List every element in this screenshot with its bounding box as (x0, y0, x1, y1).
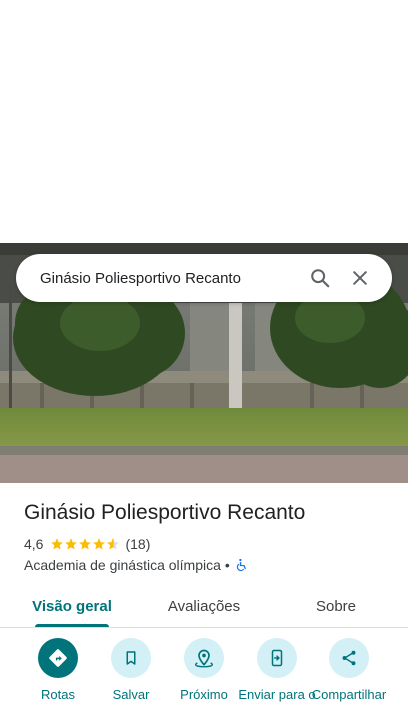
rating-row[interactable]: 4,6 (18) (24, 535, 150, 553)
search-bar[interactable]: Ginásio Poliesportivo Recanto (16, 254, 392, 302)
star-icon (93, 538, 106, 550)
separator-dot: • (224, 557, 230, 573)
half-star-icon (107, 538, 120, 550)
share-label: Compartilhar (311, 687, 387, 702)
rating-value: 4,6 (24, 536, 44, 552)
send-to-phone-button[interactable]: Enviar para o (237, 638, 317, 702)
wheelchair-icon (236, 558, 246, 572)
tab-reviews[interactable]: Avaliações (156, 586, 252, 627)
place-category: Academia de ginástica olímpica (24, 557, 221, 573)
search-icon[interactable] (300, 258, 340, 298)
send-to-phone-icon (257, 638, 297, 678)
bookmark-icon (111, 638, 151, 678)
send-to-phone-label: Enviar para o (238, 687, 316, 702)
star-icon (65, 538, 78, 550)
star-icon (51, 538, 64, 550)
directions-icon (38, 638, 78, 678)
map-area-blank (0, 0, 408, 243)
share-icon (329, 638, 369, 678)
review-count: (18) (125, 536, 151, 552)
tab-overview[interactable]: Visão geral (24, 586, 120, 627)
nearby-label: Próximo (180, 687, 228, 702)
action-bar: Rotas Salvar Próximo Enviar para o Compa… (0, 638, 408, 726)
nearby-button[interactable]: Próximo (164, 638, 244, 702)
tab-about[interactable]: Sobre (296, 586, 376, 627)
place-title: Ginásio Poliesportivo Recanto (24, 501, 306, 524)
save-button[interactable]: Salvar (91, 638, 171, 702)
tab-bar: Visão geral Avaliações Sobre (0, 586, 408, 628)
category-row: Academia de ginástica olímpica • (24, 556, 248, 574)
active-tab-indicator (35, 624, 109, 627)
close-icon[interactable] (340, 258, 380, 298)
share-button[interactable]: Compartilhar (309, 638, 389, 702)
rating-stars (50, 537, 120, 551)
nearby-icon (184, 638, 224, 678)
save-label: Salvar (112, 687, 150, 702)
search-input[interactable]: Ginásio Poliesportivo Recanto (40, 270, 300, 287)
directions-label: Rotas (41, 687, 75, 702)
star-icon (79, 538, 92, 550)
directions-button[interactable]: Rotas (18, 638, 98, 702)
